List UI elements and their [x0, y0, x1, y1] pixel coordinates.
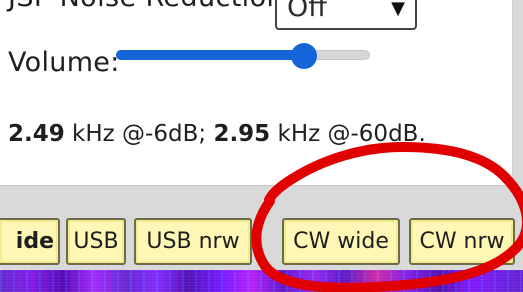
mode-button-row: ide USB USB nrw CW wide CW nrw [0, 218, 523, 266]
noise-reduction-select[interactable]: Off ▼ [275, 0, 417, 30]
noise-reduction-label: JSP Noise Reduction: [8, 0, 294, 13]
chevron-down-icon: ▼ [391, 0, 405, 19]
volume-fill [116, 50, 304, 60]
cw-nrw-button[interactable]: CW nrw [409, 218, 515, 265]
usb-nrw-button[interactable]: USB nrw [134, 218, 252, 265]
partial-wide-button[interactable]: ide [0, 218, 60, 265]
volume-thumb[interactable] [290, 43, 317, 69]
bandwidth-60db-text: kHz @-60dB. [270, 121, 426, 147]
bandwidth-60db-value: 2.95 [213, 121, 271, 147]
cw-wide-button[interactable]: CW wide [282, 218, 400, 265]
volume-label: Volume: [8, 47, 120, 78]
usb-button[interactable]: USB [66, 218, 126, 265]
bandwidth-readout: 2.49 kHz @-6dB; 2.95 kHz @-60dB. [8, 121, 426, 147]
bandwidth-6db-value: 2.49 [8, 121, 65, 147]
volume-slider[interactable] [116, 43, 370, 69]
noise-reduction-value: Off [287, 0, 327, 23]
spectrum-waterfall [0, 270, 523, 292]
bandwidth-6db-text: kHz @-6dB; [64, 121, 214, 147]
settings-panel: JSP Noise Reduction: Off ▼ Volume: 2.49 … [0, 0, 513, 186]
